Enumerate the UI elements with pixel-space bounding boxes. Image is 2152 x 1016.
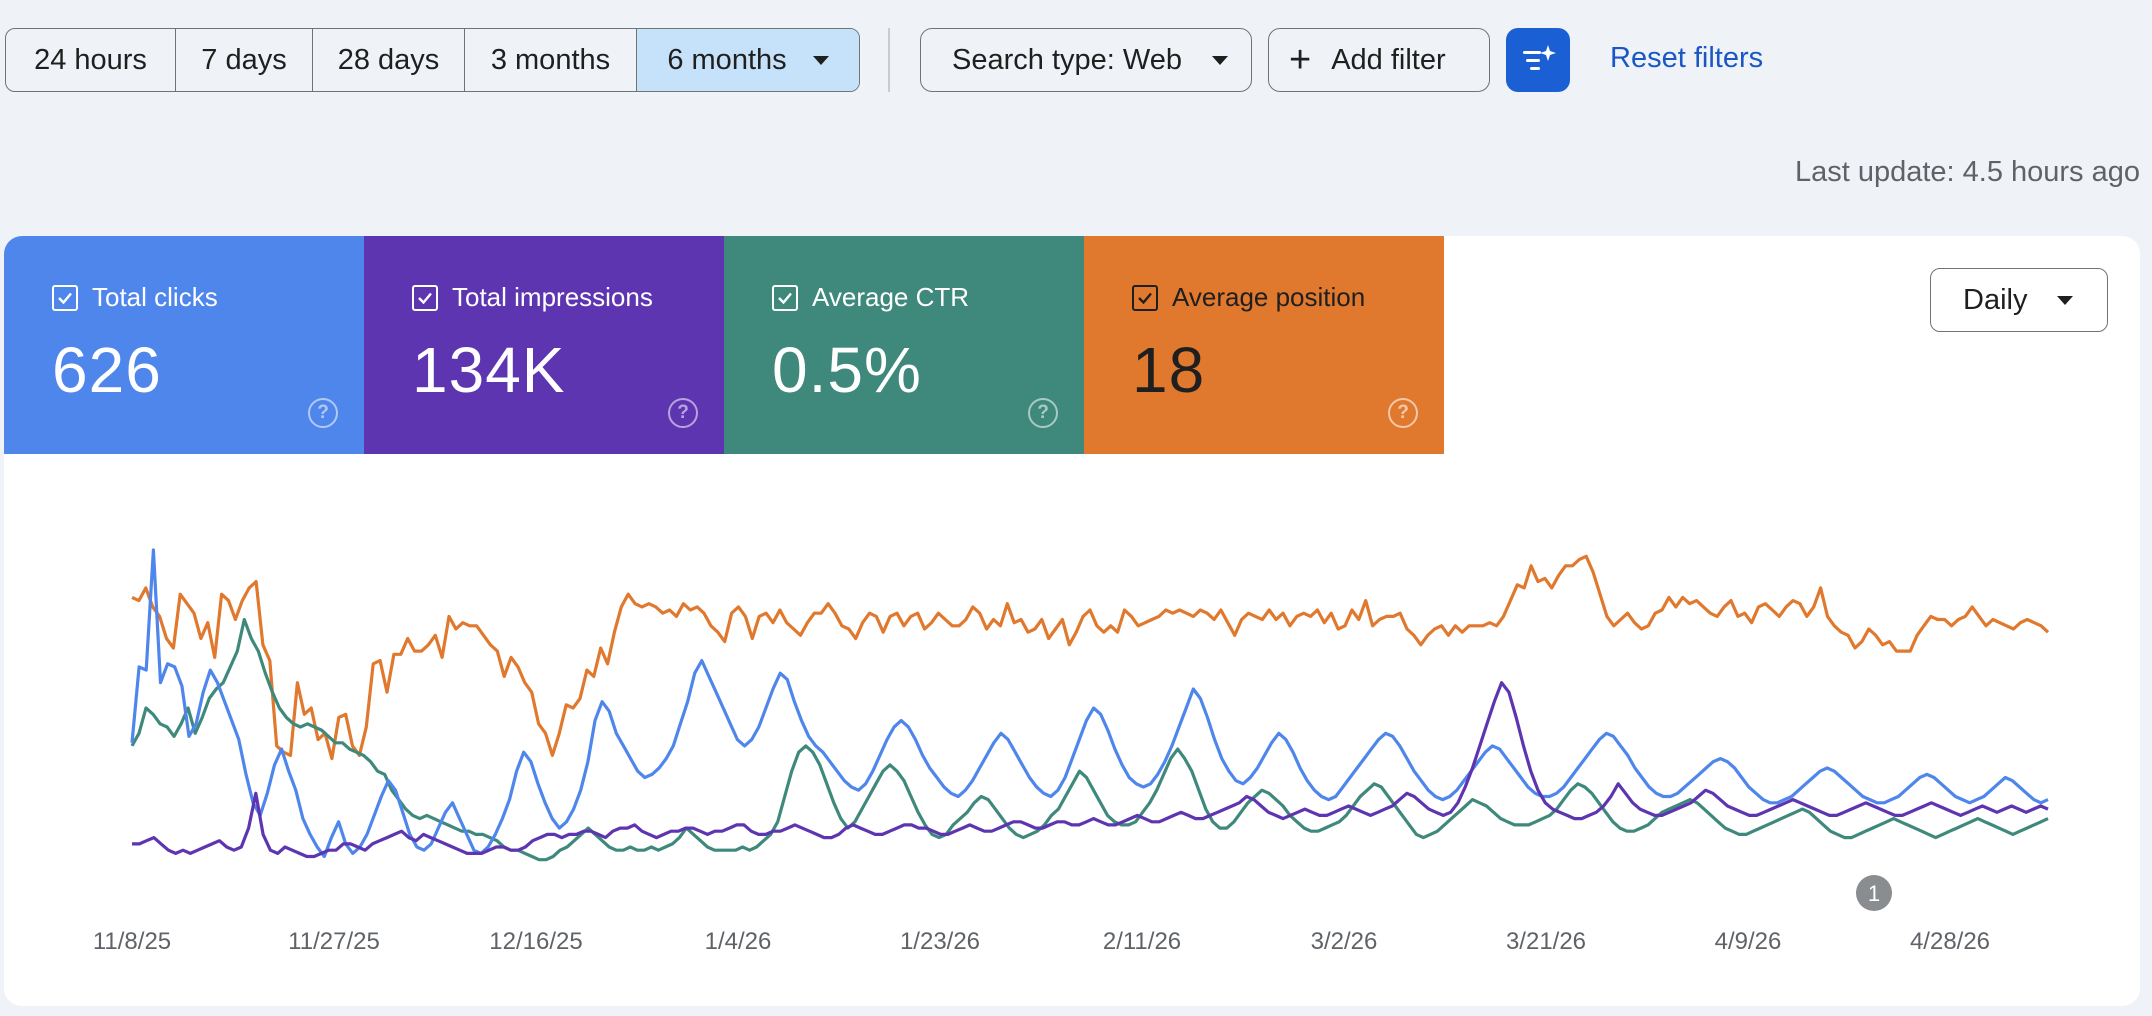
series-line-average-ctr	[130, 617, 2049, 862]
x-tick-label: 3/21/26	[1506, 928, 1586, 955]
range-label: 28 days	[337, 43, 440, 76]
x-tick-label: 1/23/26	[900, 928, 980, 955]
annotation-marker[interactable]: 1	[1856, 875, 1892, 911]
range-6-months[interactable]: 6 months	[637, 29, 859, 91]
ai-filter-button[interactable]	[1506, 28, 1570, 92]
x-tick-label: 4/9/26	[1715, 928, 1782, 955]
range-label: 24 hours	[34, 43, 147, 76]
last-update-text: Last update: 4.5 hours ago	[1794, 156, 2140, 188]
range-3-months[interactable]: 3 months	[465, 29, 637, 91]
chevron-down-icon	[1211, 55, 1228, 65]
sparkle-filter-icon	[1523, 45, 1556, 70]
series-line-total-impressions	[132, 681, 2049, 859]
x-tick-label: 11/8/25	[93, 928, 171, 955]
filter-divider	[888, 28, 890, 92]
series-line-average-position	[131, 554, 2050, 761]
reset-filters-link[interactable]: Reset filters	[1610, 42, 1763, 75]
add-filter-label: Add filter	[1331, 43, 1446, 76]
add-filter-button[interactable]: + Add filter	[1268, 28, 1490, 92]
annotation-label: 1	[1868, 881, 1880, 906]
x-tick-label: 1/4/26	[705, 928, 772, 955]
range-24-hours[interactable]: 24 hours	[6, 29, 176, 91]
x-tick-label: 12/16/25	[489, 928, 582, 955]
x-tick-label: 3/2/26	[1311, 928, 1378, 955]
search-type-label: Search type: Web	[952, 43, 1182, 76]
x-tick-label: 2/11/26	[1103, 928, 1181, 955]
performance-card: Total clicks 626 ? Total impressions 134…	[4, 236, 2140, 1006]
chevron-down-icon	[812, 55, 829, 65]
range-label: 7 days	[201, 43, 287, 76]
range-28-days[interactable]: 28 days	[313, 29, 465, 91]
range-7-days[interactable]: 7 days	[176, 29, 313, 91]
x-tick-label: 11/27/25	[288, 928, 380, 955]
plus-icon: +	[1289, 39, 1312, 81]
range-label: 3 months	[490, 43, 611, 76]
x-tick-label: 4/28/26	[1910, 928, 1990, 955]
search-type-dropdown[interactable]: Search type: Web	[920, 28, 1252, 92]
date-range-selector: 24 hours 7 days 28 days 3 months 6 months	[5, 28, 860, 92]
range-label: 6 months	[667, 43, 787, 76]
series-line-total-clicks	[130, 548, 2049, 859]
performance-chart: 11/8/25 11/27/25 12/16/25 1/4/26 1/23/26 2/11…	[93, 548, 2050, 955]
